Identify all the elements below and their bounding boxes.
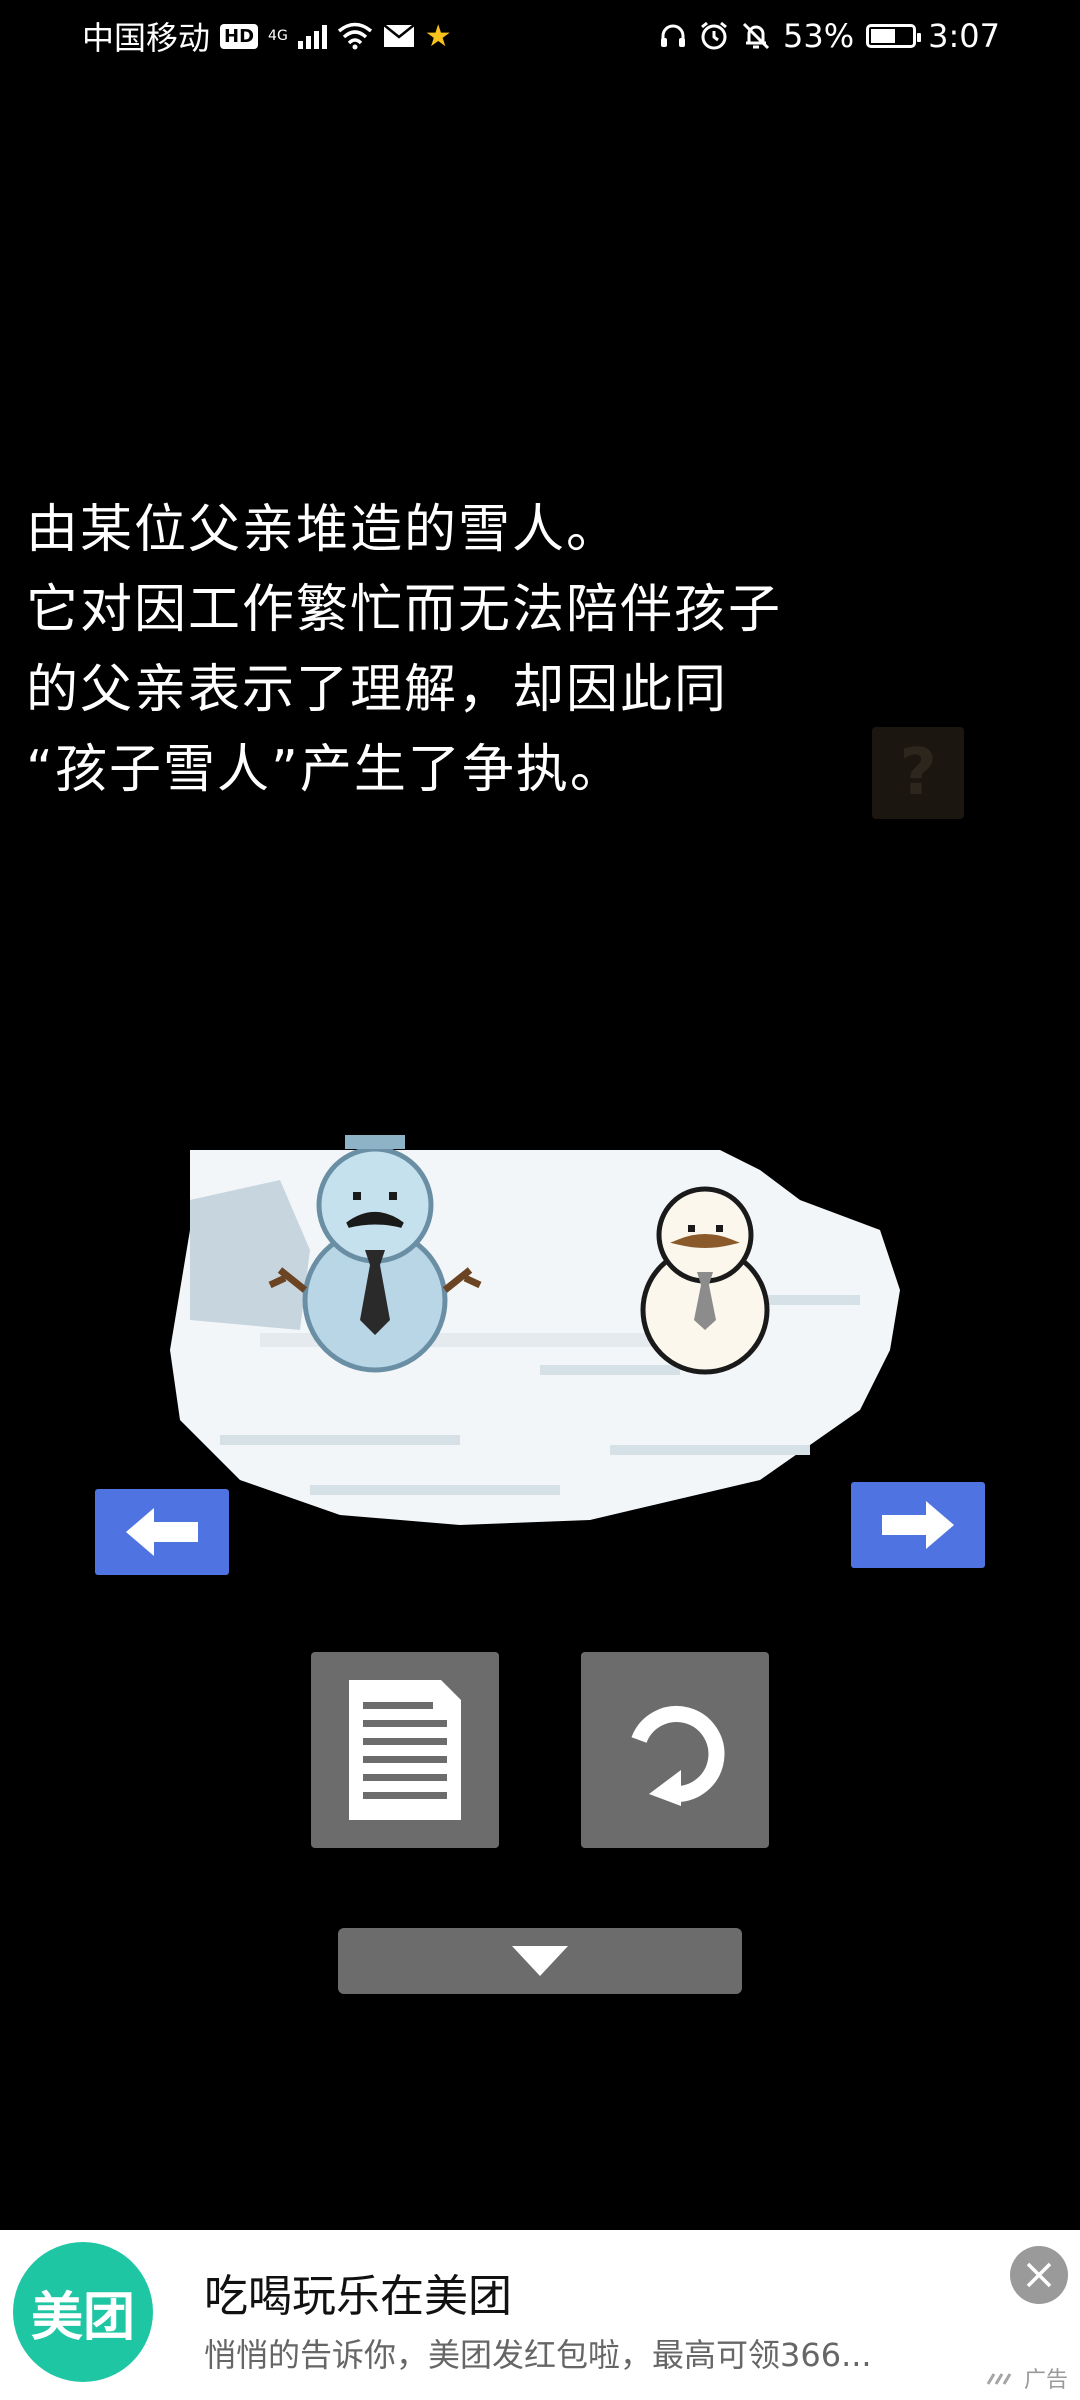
document-icon [349, 1680, 461, 1820]
ad-subtitle: 悄悄的告诉你，美团发红包啦，最高可领366... [204, 2336, 872, 2374]
collapse-button[interactable] [338, 1928, 742, 1994]
star-icon: ★ [424, 18, 452, 54]
status-bar-right: 53% 3:07 [659, 17, 1000, 55]
undo-icon [631, 1706, 725, 1806]
description-line: 它对因工作繁忙而无法陪伴孩子 [26, 580, 783, 640]
status-bar: 中国移动 HD 4G ★ 53% 3:07 [0, 0, 1080, 72]
snow-mound [170, 1150, 900, 1525]
ad-banner[interactable]: 美团 吃喝玩乐在美团 悄悄的告诉你，美团发红包啦，最高可领366... 广告 [0, 2230, 1080, 2400]
ad-mark-icon [986, 2373, 1012, 2385]
mute-icon [742, 22, 770, 50]
previous-button[interactable] [95, 1489, 229, 1575]
signal-icon [297, 23, 327, 49]
description-line: “孩子雪人”产生了争执。 [26, 740, 624, 800]
meituan-logo: 美团 [13, 2242, 153, 2382]
close-icon [1026, 2262, 1052, 2288]
notes-button[interactable] [311, 1652, 499, 1848]
mail-icon [383, 24, 415, 47]
battery-percent: 53% [783, 17, 855, 55]
description-line: 的父亲表示了理解，却因此同 [26, 660, 729, 720]
status-bar-left: 中国移动 HD 4G ★ [82, 13, 452, 59]
hd-icon: HD [220, 23, 259, 49]
ad-label-text: 广告 [1023, 2368, 1068, 2393]
white-snowman [640, 1186, 770, 1375]
chevron-down-icon [512, 1946, 568, 1976]
item-description: 由某位父亲堆造的雪人。 它对因工作繁忙而无法陪伴孩子 的父亲表示了理解，却因此同… [26, 490, 826, 810]
wifi-icon [337, 22, 372, 50]
ad-label: 广告 [986, 2362, 1068, 2394]
arrow-left-icon [126, 1508, 198, 1556]
ad-title: 吃喝玩乐在美团 [204, 2271, 512, 2322]
retry-button[interactable] [581, 1652, 769, 1848]
arrow-right-icon [882, 1501, 954, 1549]
question-mark-icon: ? [899, 736, 937, 810]
battery-icon [866, 24, 922, 48]
alarm-icon [701, 21, 727, 50]
next-button[interactable] [851, 1482, 985, 1568]
description-line: 由某位父亲堆造的雪人。 [26, 500, 621, 560]
ad-close-button[interactable] [1010, 2246, 1068, 2304]
headset-icon [661, 24, 686, 47]
snowman-scene [170, 1135, 900, 1525]
clock: 3:07 [928, 17, 1000, 55]
network-type-label: 4G [268, 28, 288, 44]
carrier-label: 中国移动 [82, 19, 211, 57]
hint-button[interactable]: ? [872, 727, 964, 819]
